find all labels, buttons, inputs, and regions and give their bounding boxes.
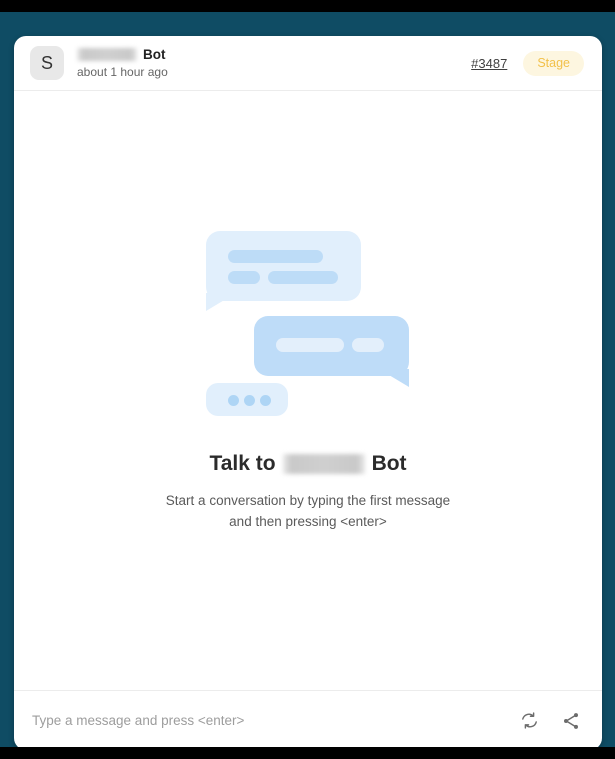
chat-footer [14, 690, 602, 750]
speech-bubble-icon [205, 231, 361, 301]
empty-state-illustration [205, 231, 411, 416]
header-text-group: Bot about 1 hour ago [77, 47, 471, 79]
bot-name-suffix: Bot [143, 47, 166, 62]
browser-window-frame: S Bot about 1 hour ago #3487 Stage Talk … [0, 12, 615, 750]
conversation-timestamp: about 1 hour ago [77, 65, 168, 79]
window-bottom-strip [0, 747, 615, 759]
subtitle-line-two: and then pressing <enter> [229, 514, 387, 529]
typing-dot-icon [243, 395, 255, 406]
refresh-icon[interactable] [516, 708, 542, 734]
share-icon[interactable] [558, 708, 584, 734]
speech-bubble-tail-icon [205, 293, 236, 311]
chat-header: S Bot about 1 hour ago #3487 Stage [14, 36, 602, 91]
avatar: S [30, 46, 64, 80]
redacted-bot-name [77, 48, 137, 61]
speech-bubble-tail-icon [378, 369, 409, 387]
chat-app-card: S Bot about 1 hour ago #3487 Stage Talk … [14, 36, 602, 750]
subtitle-line-one: Start a conversation by typing the first… [165, 493, 451, 508]
bubble-text-bar [267, 271, 338, 284]
message-input[interactable] [32, 713, 504, 728]
empty-state-subtitle: Start a conversation by typing the first… [166, 490, 450, 532]
typing-dot-icon [259, 395, 271, 406]
bubble-text-bar [227, 271, 260, 284]
bubble-text-bar [275, 338, 344, 352]
redacted-bot-name-heading [282, 454, 365, 474]
heading-suffix: Bot [371, 452, 407, 475]
bubble-text-bar [227, 250, 323, 263]
window-top-strip [0, 0, 615, 12]
bubble-text-bar [351, 338, 384, 352]
bot-title: Bot [77, 47, 471, 62]
header-actions: #3487 Stage [471, 50, 584, 76]
chat-message-area: Talk to Bot Start a conversation by typi… [14, 91, 602, 690]
ticket-link[interactable]: #3487 [471, 56, 507, 71]
heading-prefix: Talk to [209, 452, 276, 475]
typing-dot-icon [227, 395, 239, 406]
empty-state-heading: Talk to Bot [209, 452, 406, 476]
status-badge: Stage [523, 50, 584, 76]
